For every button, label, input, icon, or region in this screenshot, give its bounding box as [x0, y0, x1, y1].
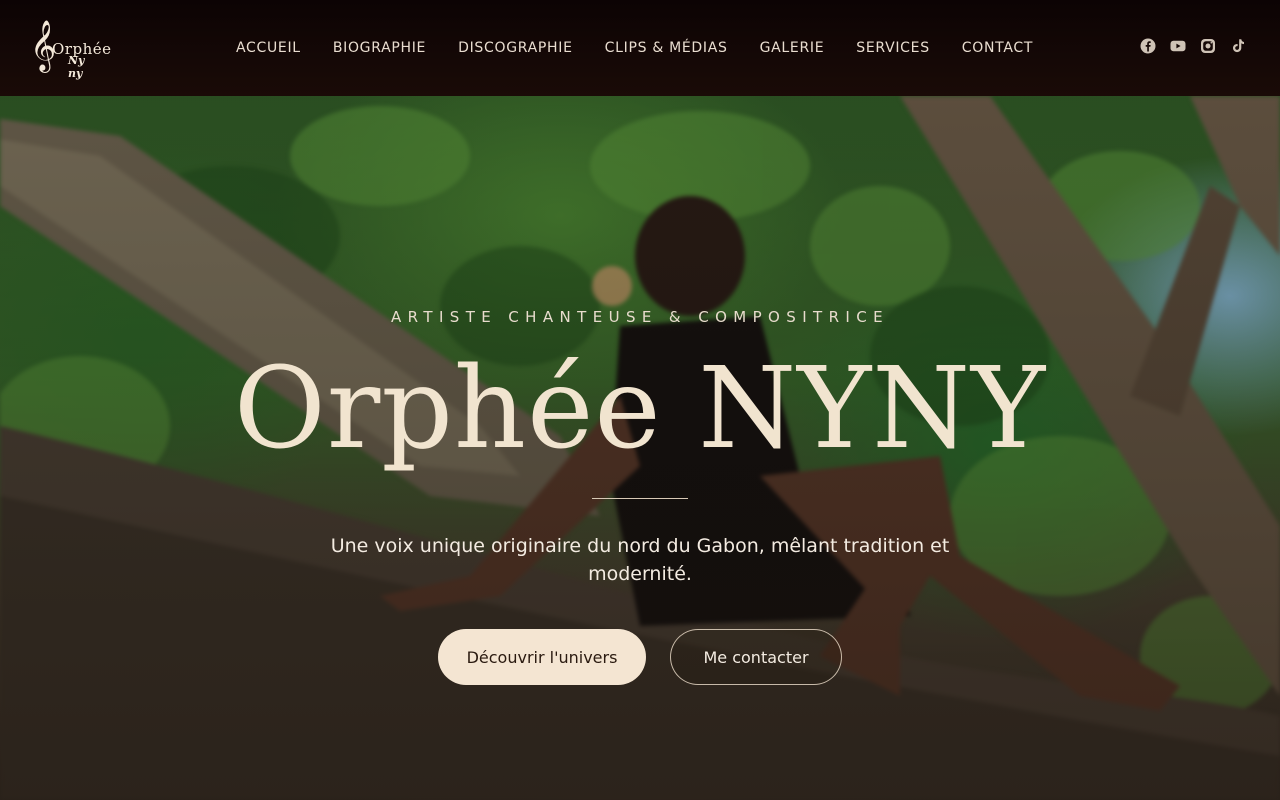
hero-section: ARTISTE CHANTEUSE & COMPOSITRICE Orphée … [0, 96, 1280, 800]
hero-content: ARTISTE CHANTEUSE & COMPOSITRICE Orphée … [0, 96, 1280, 800]
nav-item-clips-medias[interactable]: CLIPS & MÉDIAS [589, 40, 744, 56]
youtube-icon[interactable] [1170, 38, 1186, 54]
hero-title: Orphée NYNY [233, 344, 1047, 474]
nav-item-accueil[interactable]: ACCUEIL [220, 40, 317, 56]
hero-divider [592, 498, 688, 499]
main-nav: ACCUEIL BIOGRAPHIE DISCOGRAPHIE CLIPS & … [220, 0, 1049, 96]
nav-item-contact[interactable]: CONTACT [946, 40, 1049, 56]
site-header: 𝄞 Orphée Ny ny ACCUEIL BIOGRAPHIE DISCOG… [0, 0, 1280, 96]
nav-item-discographie[interactable]: DISCOGRAPHIE [442, 40, 589, 56]
instagram-icon[interactable] [1200, 38, 1216, 54]
hero-subtitle: Une voix unique originaire du nord du Ga… [330, 535, 950, 585]
hero-tagline: ARTISTE CHANTEUSE & COMPOSITRICE [391, 308, 889, 326]
contact-me-button[interactable]: Me contacter [670, 629, 842, 685]
tiktok-icon[interactable] [1230, 38, 1246, 54]
discover-universe-button[interactable]: Découvrir l'univers [438, 629, 646, 685]
social-links [1140, 38, 1246, 54]
nav-item-services[interactable]: SERVICES [840, 40, 946, 56]
site-logo[interactable]: 𝄞 Orphée Ny ny [30, 22, 111, 81]
facebook-icon[interactable] [1140, 38, 1156, 54]
nav-item-biographie[interactable]: BIOGRAPHIE [317, 40, 442, 56]
logo-text-nyny: Ny ny [68, 54, 85, 80]
nav-item-galerie[interactable]: GALERIE [744, 40, 841, 56]
